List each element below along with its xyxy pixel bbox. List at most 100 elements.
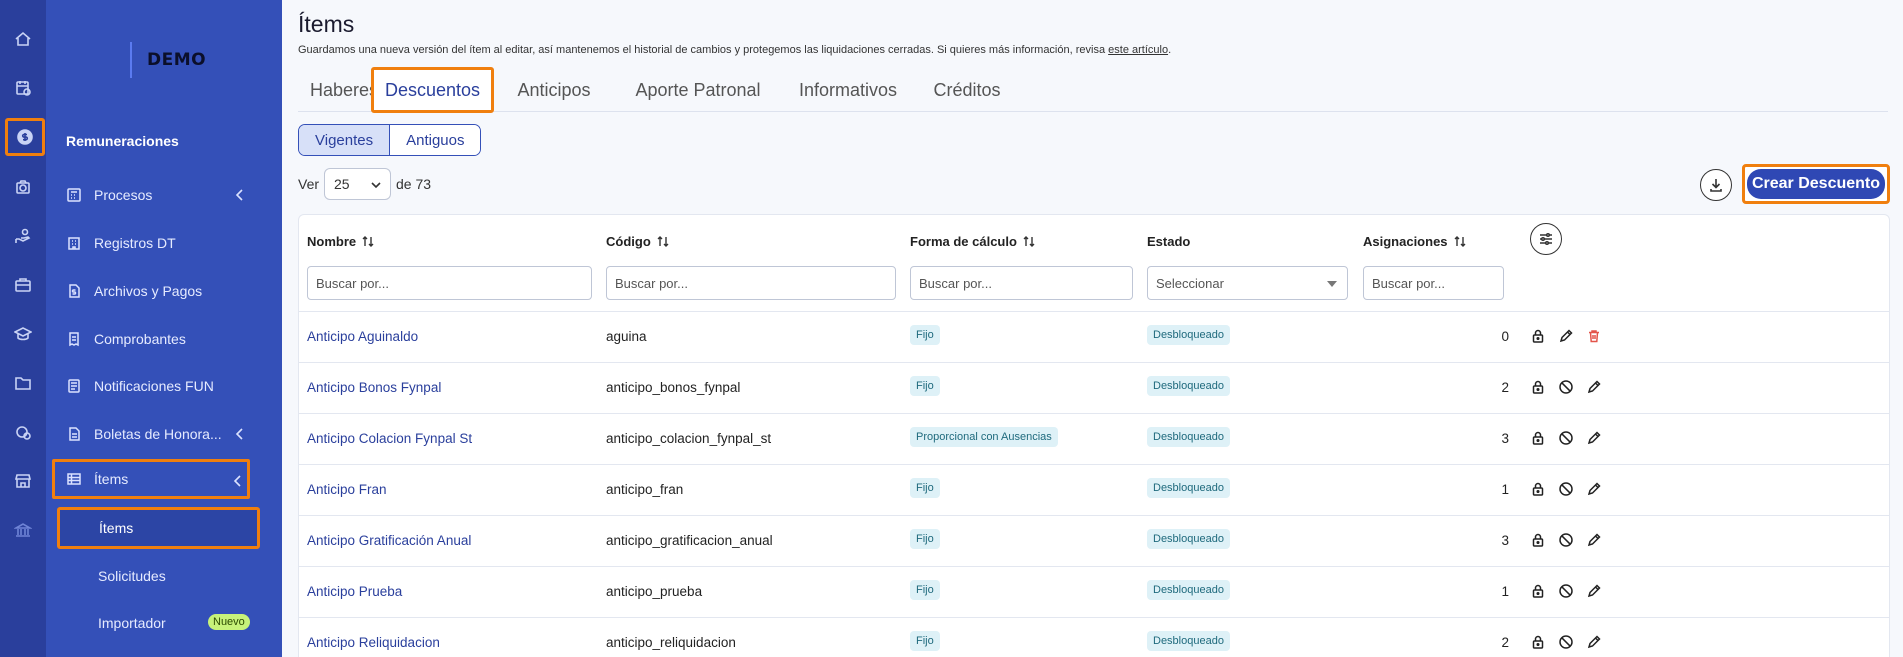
deactivate-icon[interactable] [1558, 532, 1576, 550]
sidebar-subitem-items[interactable]: Ítems [57, 507, 260, 549]
sort-icon [657, 236, 669, 247]
assignments-count: 1 [1501, 584, 1509, 599]
select-placeholder: Seleccionar [1156, 275, 1224, 291]
sidebar-item-procesos[interactable]: Procesos [46, 176, 282, 214]
lock-icon[interactable] [1530, 481, 1548, 499]
deactivate-icon[interactable] [1558, 583, 1576, 601]
filter-forma-calculo-input[interactable]: Buscar por... [910, 266, 1133, 300]
edit-icon[interactable] [1586, 430, 1604, 448]
item-name-link[interactable]: Anticipo Fran [307, 482, 387, 497]
edit-icon[interactable] [1586, 532, 1604, 550]
filter-asignaciones-input[interactable]: Buscar por... [1363, 266, 1504, 300]
tab-anticipos[interactable]: Anticipos [504, 68, 604, 112]
tab-aporte-patronal[interactable]: Aporte Patronal [626, 68, 770, 112]
chevron-down-icon [371, 182, 381, 189]
sliders-icon [1540, 232, 1552, 246]
segment-vigentes[interactable]: Vigentes [299, 125, 391, 155]
home-icon[interactable] [9, 25, 37, 53]
sidebar-item-boletas-de-honorarios[interactable]: Boletas de Honora... [46, 415, 282, 453]
edit-icon[interactable] [1586, 583, 1604, 601]
item-name-link[interactable]: Anticipo Reliquidacion [307, 635, 440, 650]
download-icon [1710, 179, 1722, 192]
item-name-link[interactable]: Anticipo Bonos Fynpal [307, 380, 441, 395]
delete-icon[interactable] [1586, 328, 1604, 346]
folder-icon[interactable] [9, 369, 37, 397]
edit-icon[interactable] [1558, 328, 1576, 346]
tab-informativos[interactable]: Informativos [788, 68, 908, 112]
tab-creditos[interactable]: Créditos [922, 68, 1012, 112]
sidebar-item-notificaciones-fun[interactable]: Notificaciones FUN [46, 367, 282, 405]
lock-icon[interactable] [1530, 532, 1548, 550]
sort-icon [1023, 236, 1035, 247]
camera-icon[interactable] [9, 173, 37, 201]
deactivate-icon[interactable] [1558, 634, 1576, 652]
filter-estado-select[interactable]: Seleccionar [1147, 266, 1348, 300]
help-article-link[interactable]: este artículo [1108, 44, 1168, 56]
sidebar-item-items[interactable]: Ítems [52, 459, 250, 499]
payroll-money-icon[interactable] [5, 118, 45, 156]
column-settings-button[interactable] [1530, 223, 1562, 255]
column-header-asignaciones[interactable]: Asignaciones [1363, 234, 1466, 249]
per-page-value: 25 [334, 176, 350, 192]
icon-rail [0, 0, 46, 657]
pagination-size: Ver 25 de 73 [298, 168, 431, 200]
hand-coins-icon[interactable] [9, 222, 37, 250]
sidebar-item-comprobantes[interactable]: Comprobantes [46, 320, 282, 358]
assignments-count: 0 [1501, 329, 1509, 344]
segment-antiguos[interactable]: Antiguos [390, 125, 481, 155]
assignments-count: 2 [1501, 380, 1509, 395]
bank-icon[interactable] [9, 516, 37, 544]
deactivate-icon[interactable] [1558, 481, 1576, 499]
sidebar-item-label: Comprobantes [94, 331, 186, 347]
item-name-link[interactable]: Anticipo Aguinaldo [307, 329, 418, 344]
create-discount-button[interactable]: Crear Descuento [1742, 164, 1890, 204]
edit-icon[interactable] [1586, 481, 1604, 499]
lock-icon[interactable] [1530, 583, 1548, 601]
lock-icon[interactable] [1530, 430, 1548, 448]
per-page-select[interactable]: 25 [324, 168, 392, 200]
sidebar-subitem-importador[interactable]: Importador [98, 615, 166, 631]
file-dollar-icon [66, 283, 82, 299]
item-code: anticipo_bonos_fynpal [606, 380, 741, 395]
sidebar-subitem-solicitudes[interactable]: Solicitudes [98, 568, 166, 584]
status-segment: Vigentes Antiguos [298, 124, 482, 156]
column-header-forma-de-calculo[interactable]: Forma de cálculo [910, 234, 1035, 249]
item-name-link[interactable]: Anticipo Colacion Fynpal St [307, 431, 472, 446]
sidebar-item-registros-dt[interactable]: Registros DT [46, 224, 282, 262]
status-badge: Desbloqueado [1147, 478, 1230, 498]
assignments-count: 1 [1501, 482, 1509, 497]
lock-icon[interactable] [1530, 379, 1548, 397]
calendar-clock-icon[interactable] [9, 74, 37, 102]
column-header-nombre[interactable]: Nombre [307, 234, 374, 249]
items-table: Nombre Código Forma de cálculo Estado As… [298, 214, 1890, 657]
edit-icon[interactable] [1586, 379, 1604, 397]
deactivate-icon[interactable] [1558, 379, 1576, 397]
item-name-link[interactable]: Anticipo Prueba [307, 584, 402, 599]
lock-icon[interactable] [1530, 328, 1548, 346]
create-discount-label: Crear Descuento [1747, 169, 1885, 199]
tab-descuentos[interactable]: Descuentos [371, 67, 494, 113]
download-button[interactable] [1700, 169, 1732, 201]
lock-icon[interactable] [1530, 634, 1548, 652]
filter-nombre-input[interactable]: Buscar por... [307, 266, 592, 300]
store-icon[interactable] [9, 467, 37, 495]
caret-down-icon [1327, 281, 1337, 287]
gear-shield-icon[interactable] [9, 418, 37, 446]
sidebar-item-label: Registros DT [94, 235, 176, 251]
calc-method-badge: Fijo [910, 580, 940, 600]
graduation-cap-icon[interactable] [9, 320, 37, 348]
sidebar-item-archivos-y-pagos[interactable]: Archivos y Pagos [46, 272, 282, 310]
sidebar-subitem-label: Ítems [99, 520, 134, 536]
sidebar-item-label: Boletas de Honora... [94, 426, 222, 442]
sort-icon [1454, 236, 1466, 247]
deactivate-icon[interactable] [1558, 430, 1576, 448]
briefcase-icon[interactable] [9, 271, 37, 299]
item-name-link[interactable]: Anticipo Gratificación Anual [307, 533, 471, 548]
filter-codigo-input[interactable]: Buscar por... [606, 266, 896, 300]
calc-method-badge: Fijo [910, 376, 940, 396]
status-badge: Desbloqueado [1147, 376, 1230, 396]
edit-icon[interactable] [1586, 634, 1604, 652]
sidebar-section-title: Remuneraciones [66, 133, 179, 149]
status-badge: Desbloqueado [1147, 427, 1230, 447]
column-header-codigo[interactable]: Código [606, 234, 669, 249]
